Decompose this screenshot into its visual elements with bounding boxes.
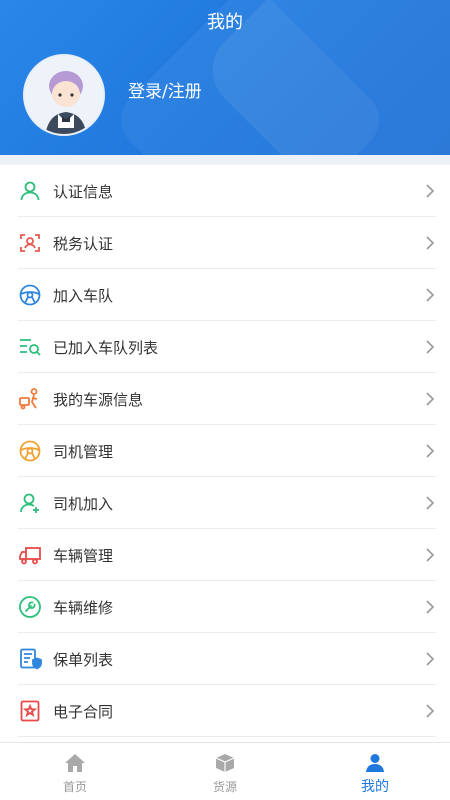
chevron-right-icon [420,181,440,201]
menu-item-driver-join[interactable]: 司机加入 [0,477,450,529]
tab-label: 货源 [212,780,237,794]
delivery-person-icon [18,387,42,411]
profile-header: 我的 登录/注册 [0,0,450,155]
chevron-right-icon [420,285,440,305]
home-icon [64,753,86,773]
steering-wheel-icon [18,283,42,307]
menu-item-e-contract[interactable]: 电子合同 [0,685,450,737]
menu-item-vehicle-management[interactable]: 车辆管理 [0,529,450,581]
menu-item-label: 电子合同 [53,702,114,721]
login-register-link[interactable]: 登录/注册 [128,80,202,104]
cargo-box-icon [214,753,236,773]
face-scan-icon [18,231,42,255]
truck-icon [18,543,42,567]
menu-item-joined-fleet-list[interactable]: 已加入车队列表 [0,321,450,373]
menu-list: 认证信息 税务认证 加入车队 已加入车队列表 我的车源信息 司机管理 司机加入 … [0,165,450,737]
menu-item-label: 车辆维修 [53,598,114,617]
menu-item-label: 我的车源信息 [53,390,144,409]
menu-item-join-fleet[interactable]: 加入车队 [0,269,450,321]
chevron-right-icon [420,389,440,409]
person-icon [364,753,386,773]
policy-shield-icon [18,647,42,671]
bottom-tab-bar: 首页 货源 我的 [0,742,450,800]
chevron-right-icon [420,701,440,721]
tab-cargo[interactable]: 货源 [150,743,300,800]
tab-mine[interactable]: 我的 [300,743,450,800]
page-title: 我的 [207,12,243,33]
menu-item-label: 保单列表 [53,650,114,669]
menu-item-my-vehicle-info[interactable]: 我的车源信息 [0,373,450,425]
tab-label: 首页 [62,780,87,794]
menu-item-label: 税务认证 [53,234,114,253]
menu-item-policy-list[interactable]: 保单列表 [0,633,450,685]
menu-item-driver-management[interactable]: 司机管理 [0,425,450,477]
list-search-icon [18,335,42,359]
chevron-right-icon [420,597,440,617]
wrench-icon [18,595,42,619]
tab-home[interactable]: 首页 [0,743,150,800]
steering-wheel-icon [18,439,42,463]
chevron-right-icon [420,493,440,513]
user-add-icon [18,491,42,515]
avatar[interactable] [23,54,105,136]
menu-item-label: 车辆管理 [53,546,114,565]
chevron-right-icon [420,545,440,565]
menu-item-tax-certification[interactable]: 税务认证 [0,217,450,269]
menu-item-certification-info[interactable]: 认证信息 [0,165,450,217]
menu-item-label: 司机加入 [53,494,114,513]
chevron-right-icon [420,441,440,461]
chevron-right-icon [420,233,440,253]
menu-item-vehicle-repair[interactable]: 车辆维修 [0,581,450,633]
chevron-right-icon [420,337,440,357]
menu-item-label: 加入车队 [53,286,114,305]
menu-item-label: 认证信息 [53,182,114,201]
section-divider [0,155,450,165]
menu-item-label: 司机管理 [53,442,114,461]
menu-item-label: 已加入车队列表 [53,338,159,357]
tab-label: 我的 [361,779,389,795]
contract-seal-icon [18,699,42,723]
chevron-right-icon [420,649,440,669]
user-verify-icon [18,179,42,203]
